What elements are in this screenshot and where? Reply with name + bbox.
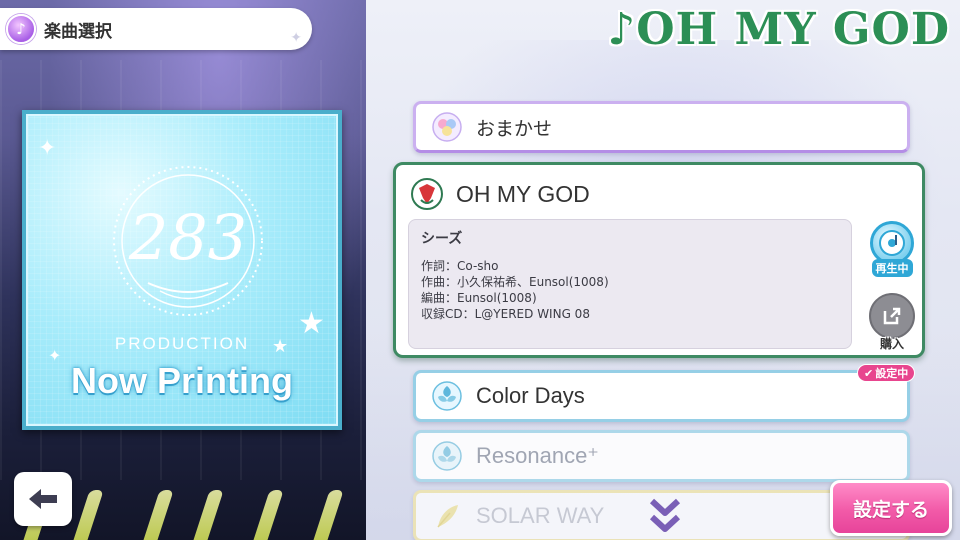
song-item-color-days[interactable]: Color Days bbox=[413, 370, 910, 422]
song-item-resonance[interactable]: Resonance⁺ bbox=[413, 430, 910, 482]
scroll-down-chevron-icon[interactable] bbox=[645, 496, 685, 536]
external-link-icon bbox=[869, 293, 915, 339]
sparkle-icon: ✦ bbox=[290, 30, 302, 46]
screen-header: ♪ 楽曲選択 ✦ bbox=[0, 8, 312, 50]
song-item-label: SOLAR WAY bbox=[476, 503, 605, 528]
jacket-artwork: ✦ ★ ★ ✦ 283 PRODUCTION Now Printing bbox=[26, 114, 338, 426]
song-item-label: おまかせ bbox=[476, 118, 553, 140]
arranger-credit: 編曲：Eunsol(1008) bbox=[421, 291, 537, 305]
back-arrow-icon bbox=[29, 489, 57, 509]
clover-icon bbox=[430, 110, 464, 144]
back-button[interactable] bbox=[14, 472, 72, 526]
album-jacket: ✦ ★ ★ ✦ 283 PRODUCTION Now Printing bbox=[22, 110, 342, 430]
currently-set-badge: ✔ 設定中 bbox=[857, 364, 916, 382]
selected-song-card[interactable]: OH MY GOD シーズ 作詞：Co-sho 作曲：小久保祐希、Eunsol(… bbox=[393, 162, 925, 358]
jacket-now-printing: Now Printing bbox=[71, 360, 293, 401]
selected-song-title: OH MY GOD bbox=[456, 180, 590, 207]
leaf-icon bbox=[430, 499, 464, 533]
screen-title: 楽曲選択 bbox=[44, 21, 112, 42]
song-item-label: Resonance⁺ bbox=[476, 443, 599, 468]
now-playing-title: ♪OH MY GOD bbox=[607, 4, 950, 55]
buy-label: 購入 bbox=[879, 337, 904, 351]
cd-credit: 収録CD：L@YERED WING 08 bbox=[421, 307, 590, 321]
shhis-unit-icon bbox=[410, 177, 444, 211]
283-production-emblem: 283 bbox=[113, 166, 263, 316]
jacket-production-label: PRODUCTION bbox=[114, 334, 250, 353]
song-item-omakase[interactable]: おまかせ bbox=[413, 101, 910, 153]
check-icon: ✔ bbox=[864, 366, 874, 380]
lyricist-credit: 作詞：Co-sho bbox=[421, 259, 499, 273]
composer-credit: 作曲：小久保祐希、Eunsol(1008) bbox=[421, 275, 609, 289]
preview-play-button[interactable]: 再生中 bbox=[866, 221, 918, 281]
unit-name: シーズ bbox=[421, 231, 463, 247]
star-icon: ✦ bbox=[38, 136, 57, 161]
confirm-set-button[interactable]: 設定する bbox=[830, 480, 952, 536]
emblem-text: 283 bbox=[128, 201, 247, 274]
currently-set-label: 設定中 bbox=[875, 367, 909, 380]
flower-icon bbox=[430, 439, 464, 473]
music-note-icon: ♪ bbox=[6, 14, 36, 44]
play-status-label: 再生中 bbox=[871, 259, 913, 277]
flower-icon bbox=[430, 379, 464, 413]
song-credits-box: シーズ 作詞：Co-sho 作曲：小久保祐希、Eunsol(1008) 編曲：E… bbox=[408, 219, 852, 349]
buy-button[interactable]: 購入 bbox=[866, 293, 918, 353]
song-item-label: Color Days bbox=[476, 383, 585, 408]
